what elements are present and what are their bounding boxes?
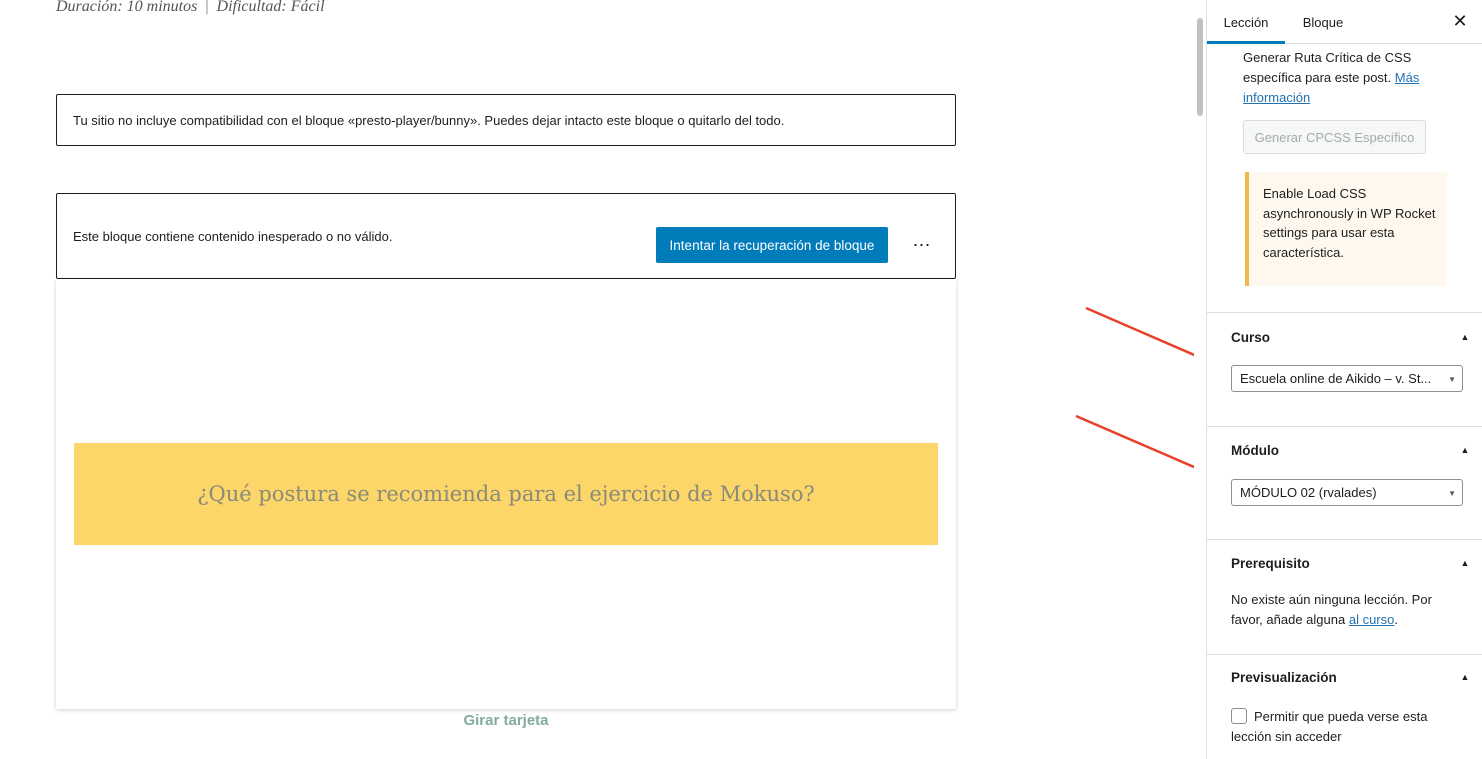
- modulo-select[interactable]: MÓDULO 02 (rvalades) ▼: [1231, 479, 1463, 506]
- editor-scrollbar[interactable]: [1194, 0, 1206, 759]
- unsupported-block-text: Tu sitio no incluye compatibilidad con e…: [73, 112, 785, 128]
- annotation-arrow-curso: [1085, 306, 1194, 357]
- panel-curso: Curso ▲ Escuela online de Aikido – v. St…: [1207, 312, 1482, 426]
- settings-sidebar: Lección Bloque ✕ Generar Ruta Crítica de…: [1206, 0, 1482, 759]
- panel-modulo-title[interactable]: Módulo: [1231, 443, 1279, 458]
- dropdown-caret-icon: ▼: [1448, 375, 1456, 384]
- flashcard-question: ¿Qué postura se recomienda para el ejerc…: [74, 443, 938, 545]
- dropdown-caret-icon: ▼: [1448, 489, 1456, 498]
- lesson-meta: Duración: 10 minutos | Dificultad: Fácil: [56, 0, 325, 16]
- flip-card-button[interactable]: Girar tarjeta: [56, 712, 956, 729]
- annotation-arrows: [1075, 306, 1194, 469]
- scrollbar-thumb[interactable]: [1197, 18, 1203, 116]
- annotation-arrow-modulo: [1075, 414, 1194, 469]
- tab-leccion[interactable]: Lección: [1207, 0, 1285, 44]
- meta-separator: |: [205, 0, 209, 15]
- curso-select[interactable]: Escuela online de Aikido – v. St... ▼: [1231, 365, 1463, 392]
- more-options-icon[interactable]: ⋯: [907, 227, 937, 263]
- generate-cpcss-button[interactable]: Generar CPCSS Específico: [1243, 120, 1426, 154]
- invalid-block-warning[interactable]: Este bloque contiene contenido inesperad…: [56, 193, 956, 279]
- panel-prerequisito: Prerequisito ▲ No existe aún ninguna lec…: [1207, 539, 1482, 654]
- flashcard-question-text: ¿Qué postura se recomienda para el ejerc…: [197, 482, 815, 506]
- prerequisito-suffix: .: [1394, 612, 1398, 627]
- close-icon[interactable]: ✕: [1447, 8, 1473, 34]
- prerequisito-message: No existe aún ninguna lección. Por favor…: [1231, 590, 1451, 630]
- sidebar-tabs: Lección Bloque ✕: [1207, 0, 1482, 44]
- panel-previsualizacion: Previsualización ▲ Permitir que pueda ve…: [1207, 654, 1482, 759]
- panel-curso-title[interactable]: Curso: [1231, 330, 1270, 345]
- unsupported-block-notice[interactable]: Tu sitio no incluye compatibilidad con e…: [56, 94, 956, 146]
- wp-rocket-notice: Enable Load CSS asynchronously in WP Roc…: [1245, 172, 1447, 286]
- flashcard-block[interactable]: ¿Qué postura se recomienda para el ejerc…: [56, 279, 956, 709]
- panel-modulo: Módulo ▲ MÓDULO 02 (rvalades) ▼: [1207, 426, 1482, 539]
- modulo-select-value: MÓDULO 02 (rvalades): [1240, 485, 1377, 500]
- preview-checkbox-label[interactable]: Permitir que pueda verse esta lección si…: [1231, 707, 1451, 747]
- attempt-block-recovery-button[interactable]: Intentar la recuperación de bloque: [656, 227, 888, 263]
- al-curso-link[interactable]: al curso: [1349, 612, 1395, 627]
- chevron-up-icon[interactable]: ▲: [1459, 557, 1471, 569]
- chevron-up-icon[interactable]: ▲: [1459, 444, 1471, 456]
- cpcss-description: Generar Ruta Crítica de CSS específica p…: [1243, 48, 1443, 108]
- cpcss-text: Generar Ruta Crítica de CSS específica p…: [1243, 50, 1412, 85]
- editor-canvas: Duración: 10 minutos | Dificultad: Fácil T…: [0, 0, 1194, 759]
- chevron-up-icon[interactable]: ▲: [1459, 331, 1471, 343]
- panel-prerequisito-title[interactable]: Prerequisito: [1231, 556, 1310, 571]
- curso-select-value: Escuela online de Aikido – v. St...: [1240, 371, 1432, 386]
- wp-rocket-notice-text: Enable Load CSS asynchronously in WP Roc…: [1263, 186, 1436, 260]
- tab-bloque[interactable]: Bloque: [1293, 0, 1353, 44]
- difficulty-text: Dificultad: Fácil: [216, 0, 325, 15]
- chevron-up-icon[interactable]: ▲: [1459, 671, 1471, 683]
- duration-text: Duración: 10 minutos: [56, 0, 198, 15]
- panel-preview-title[interactable]: Previsualización: [1231, 670, 1337, 685]
- prerequisito-text: No existe aún ninguna lección. Por favor…: [1231, 592, 1432, 627]
